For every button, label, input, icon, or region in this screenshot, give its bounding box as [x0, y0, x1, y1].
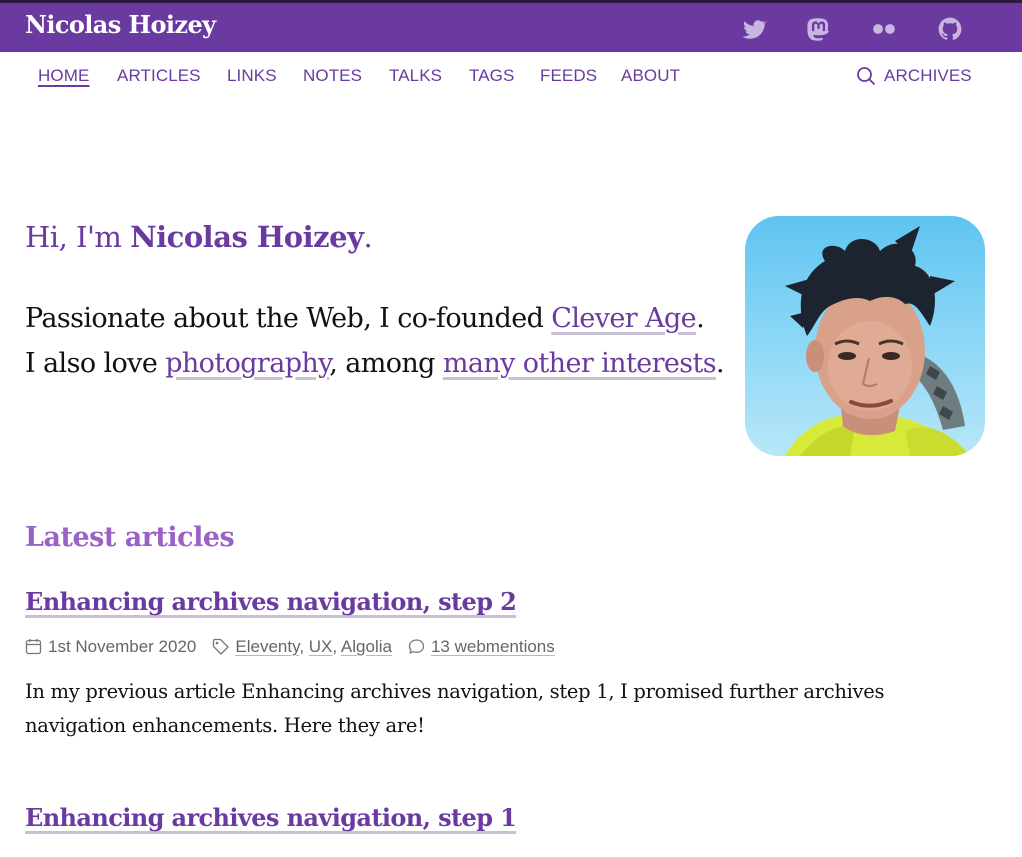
greeting-name: Nicolas Hoizey [130, 220, 364, 254]
tag-icon [212, 638, 230, 655]
github-icon [937, 16, 963, 42]
flickr-link[interactable] [871, 16, 897, 42]
intro-line2-suffix: . [716, 348, 725, 379]
article-excerpt: In my previous article Enhancing archive… [25, 680, 885, 737]
comment-icon [408, 638, 425, 655]
nav-item-home[interactable]: HOME [38, 66, 89, 86]
intro-line2-prefix: I also love [25, 348, 166, 379]
site-header: Nicolas Hoizey [0, 0, 1022, 52]
intro-line2-mid: , among [329, 348, 443, 379]
nav-item-links[interactable]: LINKS [227, 66, 277, 86]
article-date: 1st November 2020 [48, 637, 197, 656]
nav-item-archives[interactable]: ARCHIVES [884, 66, 972, 86]
twitter-link[interactable] [741, 16, 767, 42]
tag-link-algolia[interactable]: Algolia [341, 637, 392, 656]
site-title-link[interactable]: Nicolas Hoizey [25, 10, 216, 39]
greeting-heading: Hi, I'm Nicolas Hoizey. [25, 220, 373, 254]
tag-link-eleventy[interactable]: Eleventy [235, 637, 299, 656]
greeting-suffix: . [363, 220, 373, 254]
flickr-icon [871, 16, 897, 42]
twitter-icon [741, 16, 767, 42]
nav-item-talks[interactable]: TALKS [389, 66, 442, 86]
calendar-icon [25, 638, 42, 655]
clever-age-link[interactable]: Clever Age [551, 303, 696, 334]
article-meta: 1st November 2020 Eleventy, UX, Algolia … [25, 637, 555, 659]
article-title-link[interactable]: Enhancing archives navigation, step 2 [25, 587, 517, 616]
tag-separator: , [299, 637, 309, 656]
photography-link[interactable]: photography [165, 348, 330, 379]
nav-item-feeds[interactable]: FEEDS [540, 66, 597, 86]
tag-link-ux[interactable]: UX [309, 637, 333, 656]
avatar [745, 216, 985, 456]
nav-item-notes[interactable]: NOTES [303, 66, 362, 86]
mastodon-icon [806, 16, 832, 42]
interests-link[interactable]: many other interests [443, 348, 717, 379]
tag-separator: , [332, 637, 341, 656]
article-title-link[interactable]: Enhancing archives navigation, step 1 [25, 803, 517, 832]
intro-text: Passionate about the Web, I co-founded C… [25, 296, 725, 386]
intro-line1-prefix: Passionate about the Web, I co-founded [25, 303, 552, 334]
search-icon[interactable] [856, 66, 876, 86]
mastodon-link[interactable] [806, 16, 832, 42]
github-link[interactable] [937, 16, 963, 42]
nav-item-articles[interactable]: ARTICLES [117, 66, 201, 86]
latest-articles-heading: Latest articles [25, 522, 235, 553]
nav-item-tags[interactable]: TAGS [469, 66, 514, 86]
intro-line1-suffix: . [696, 303, 705, 334]
nav-item-about[interactable]: ABOUT [621, 66, 680, 86]
webmentions-link[interactable]: 13 webmentions [431, 637, 555, 656]
greeting-prefix: Hi, I'm [25, 220, 131, 254]
